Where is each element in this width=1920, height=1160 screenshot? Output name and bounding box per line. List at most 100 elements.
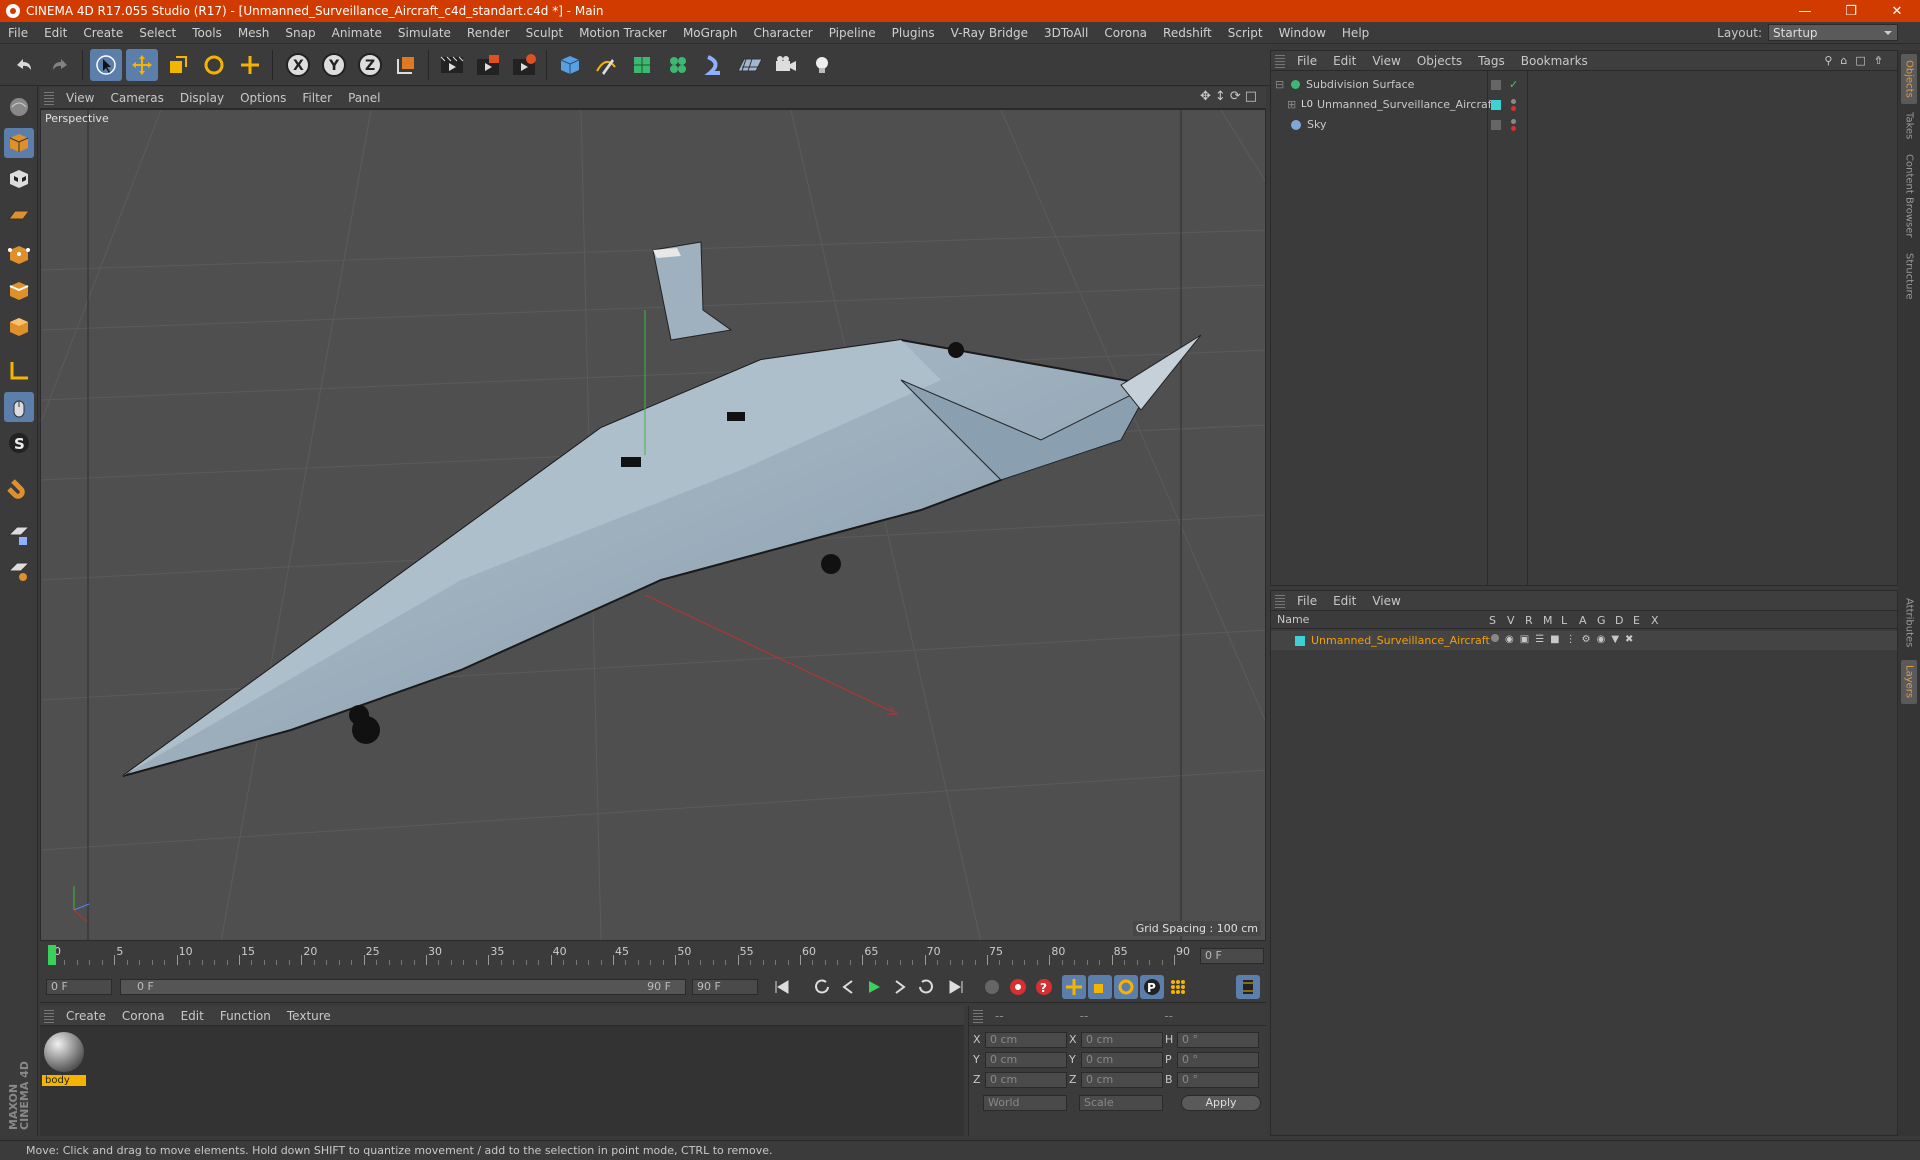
enabled-check-icon[interactable]: ✓ [1509, 78, 1518, 91]
end-frame-field[interactable]: 90 F [692, 979, 758, 995]
object-row-sky[interactable]: Sky [1271, 115, 1897, 134]
panel-grip-icon[interactable] [973, 1008, 983, 1023]
key-parameter-icon[interactable]: P [1140, 975, 1164, 999]
new-view-icon[interactable]: □ [1855, 54, 1865, 67]
auto-key-icon[interactable] [1006, 975, 1030, 999]
viewport-menu-cameras[interactable]: Cameras [102, 91, 171, 105]
menu-script[interactable]: Script [1220, 26, 1271, 40]
deformer-icon[interactable] [698, 49, 730, 81]
close-icon[interactable]: ✕ [1874, 0, 1920, 22]
render-toggle-icon[interactable]: ▣ [1520, 634, 1529, 645]
subdivision-surface-icon[interactable] [626, 49, 658, 81]
object-menu-view[interactable]: View [1364, 54, 1408, 68]
tab-layers[interactable]: Layers [1901, 660, 1917, 704]
toggle-view-icon[interactable]: □ [1245, 89, 1257, 104]
menu-3dtoall[interactable]: 3DToAll [1036, 26, 1096, 40]
material-menu-create[interactable]: Create [58, 1009, 114, 1023]
coord-value-field[interactable]: 0 cm [985, 1072, 1067, 1088]
coord-scale-dropdown[interactable]: Scale [1079, 1095, 1163, 1111]
layer-menu-view[interactable]: View [1364, 594, 1408, 608]
menu-sculpt[interactable]: Sculpt [518, 26, 571, 40]
workplane-mode-icon[interactable] [4, 200, 34, 230]
menu-character[interactable]: Character [745, 26, 820, 40]
light-object-icon[interactable] [806, 49, 838, 81]
layer-swatch-icon[interactable] [1491, 99, 1501, 110]
redo-icon[interactable] [44, 49, 76, 81]
next-frame-icon[interactable] [888, 975, 912, 999]
panel-grip-icon[interactable] [44, 1008, 54, 1023]
pan-view-icon[interactable]: ✥ [1200, 89, 1211, 104]
object-menu-edit[interactable]: Edit [1325, 54, 1364, 68]
tweak-mode-icon[interactable] [4, 392, 34, 422]
tab-takes[interactable]: Takes [1901, 108, 1917, 144]
object-menu-objects[interactable]: Objects [1409, 54, 1470, 68]
restore-icon[interactable]: ❐ [1828, 0, 1874, 22]
expression-toggle-icon[interactable]: ▼ [1611, 634, 1619, 645]
frame-range-slider[interactable]: 0 F 90 F [120, 979, 686, 995]
tab-structure[interactable]: Structure [1901, 248, 1917, 304]
object-menu-file[interactable]: File [1289, 54, 1325, 68]
menu-mesh[interactable]: Mesh [230, 26, 278, 40]
model-mode-icon[interactable] [4, 128, 34, 158]
layer-col-header[interactable]: E [1633, 614, 1640, 627]
search-icon[interactable]: ⚲ [1824, 54, 1832, 67]
coord-value-field[interactable]: 0 cm [985, 1052, 1067, 1068]
goto-end-icon[interactable] [944, 975, 968, 999]
coord-value-field[interactable]: 0 cm [1081, 1072, 1163, 1088]
apply-button[interactable]: Apply [1181, 1095, 1261, 1111]
menu-snap[interactable]: Snap [277, 26, 323, 40]
layer-col-header[interactable]: M [1543, 614, 1553, 627]
dolly-view-icon[interactable]: ↕ [1215, 89, 1226, 104]
next-key-icon[interactable] [914, 975, 938, 999]
aircraft-model[interactable] [122, 241, 1202, 777]
menu-redshift[interactable]: Redshift [1155, 26, 1220, 40]
menu-mograph[interactable]: MoGraph [675, 26, 746, 40]
scale-tool-icon[interactable] [162, 49, 194, 81]
undo-icon[interactable] [8, 49, 40, 81]
menu-v-ray-bridge[interactable]: V-Ray Bridge [943, 26, 1036, 40]
edges-mode-icon[interactable] [4, 276, 34, 306]
layer-swatch-icon[interactable] [1491, 79, 1501, 90]
visibility-dot-icon[interactable] [1511, 119, 1516, 124]
axis-mode-icon[interactable] [4, 356, 34, 386]
layer-name[interactable]: Unmanned_Surveillance_Aircraft [1311, 634, 1490, 647]
workplane-lock-icon[interactable] [4, 520, 34, 550]
locked-workplane-icon[interactable] [4, 556, 34, 586]
menu-motion-tracker[interactable]: Motion Tracker [571, 26, 675, 40]
layer-col-header[interactable]: D [1615, 614, 1623, 627]
menu-simulate[interactable]: Simulate [390, 26, 459, 40]
cloner-icon[interactable] [662, 49, 694, 81]
lock-toggle-icon[interactable]: ■ [1550, 634, 1559, 645]
key-scale-icon[interactable] [1088, 975, 1112, 999]
material-swatch[interactable]: body [42, 1030, 86, 1088]
layer-swatch-icon[interactable] [1491, 119, 1501, 130]
timeline-window-icon[interactable] [1236, 975, 1260, 999]
home-icon[interactable]: ⌂ [1840, 54, 1847, 67]
current-frame-field[interactable]: 0 F [1200, 948, 1264, 964]
layer-menu-edit[interactable]: Edit [1325, 594, 1364, 608]
perspective-viewport[interactable]: Perspective Grid Spacing : 100 cm [40, 109, 1266, 941]
menu-tools[interactable]: Tools [184, 26, 230, 40]
layer-menu-file[interactable]: File [1289, 594, 1325, 608]
z-axis-lock-icon[interactable]: Z [354, 49, 386, 81]
render-dot-icon[interactable] [1511, 126, 1516, 131]
camera-object-icon[interactable] [770, 49, 802, 81]
layer-col-header[interactable]: V [1507, 614, 1515, 627]
menu-render[interactable]: Render [459, 26, 518, 40]
coord-value-field[interactable]: 0 ° [1177, 1072, 1259, 1088]
viewport-camera-label[interactable]: Perspective [45, 112, 109, 125]
menu-help[interactable]: Help [1334, 26, 1377, 40]
layer-col-header[interactable]: S [1489, 614, 1496, 627]
minimize-icon[interactable]: — [1782, 0, 1828, 22]
magnet-icon[interactable] [4, 472, 34, 502]
points-mode-icon[interactable] [4, 240, 34, 270]
coord-value-field[interactable]: 0 cm [985, 1032, 1067, 1048]
viewport-menu-filter[interactable]: Filter [294, 91, 340, 105]
menu-edit[interactable]: Edit [36, 26, 75, 40]
layout-dropdown[interactable]: Startup [1768, 24, 1898, 41]
xref-toggle-icon[interactable]: ✖ [1625, 634, 1633, 645]
layer-col-header[interactable]: X [1651, 614, 1659, 627]
animation-toggle-icon[interactable]: ⋮ [1566, 634, 1576, 645]
layer-col-header[interactable]: G [1597, 614, 1606, 627]
material-menu-edit[interactable]: Edit [173, 1009, 212, 1023]
